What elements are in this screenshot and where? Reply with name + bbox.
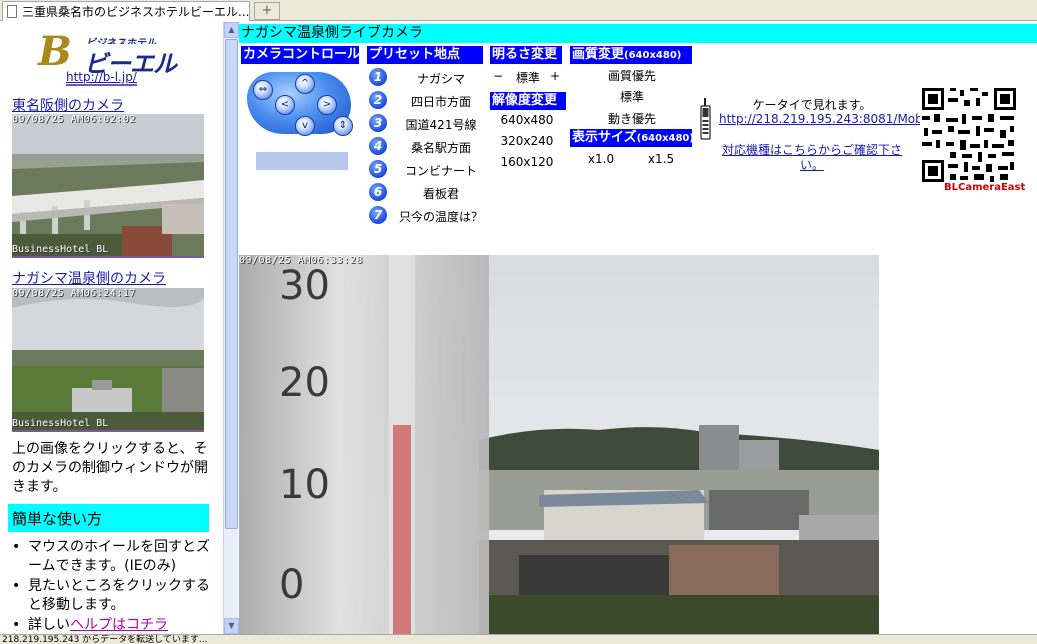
- cam-link-tomeihan[interactable]: 東名阪側のカメラ: [12, 95, 124, 115]
- thermometer-label-20: 20: [279, 360, 330, 406]
- preset-label: 国道421号線: [405, 118, 477, 132]
- qr-code: [920, 86, 1018, 184]
- cam-watermark: BusinessHotel BL: [12, 244, 109, 255]
- live-camera-image: [239, 255, 879, 634]
- list-item: マウスのホイールを回すとズームできます。(IEのみ): [12, 538, 217, 576]
- preset-item-4[interactable]: 4 桑名駅方面: [369, 135, 487, 157]
- preset-item-2[interactable]: 2 四日市方面: [369, 89, 487, 111]
- cam-timestamp: 09/08/25 AM06:24:17: [12, 288, 136, 299]
- preset-number: 3: [369, 114, 387, 132]
- sidebar-scrollbar[interactable]: ▲ ▼: [223, 22, 239, 634]
- cam-timestamp: 09/08/25 AM06:02:02: [12, 114, 136, 125]
- quality-heading: 画質変更(640x480): [570, 46, 692, 64]
- quality-standard[interactable]: 標準: [579, 88, 685, 105]
- brightness-heading: 明るさ変更: [490, 46, 562, 64]
- cam-image-nagashima: [12, 288, 204, 430]
- document-icon: [7, 5, 17, 18]
- thermometer-label-10: 10: [279, 462, 330, 508]
- new-tab-button[interactable]: +: [254, 2, 280, 20]
- mobile-url-link[interactable]: http://218.219.195.243:8081/Mobile: [719, 112, 937, 127]
- down-icon[interactable]: v: [295, 116, 315, 136]
- scroll-up-icon[interactable]: ▲: [224, 22, 239, 38]
- tab-title: 三重県桑名市のビジネスホテルビーエル...: [22, 5, 250, 19]
- left-icon[interactable]: <: [275, 95, 295, 115]
- instructions-text: 上の画像をクリックすると、そのカメラの制御ウィンドウが開きます。: [12, 441, 208, 495]
- live-camera-timestamp: 09/08/25 AM06:33:28: [239, 255, 363, 266]
- page-title: ナガシマ温泉側ライブカメラ: [239, 24, 1037, 43]
- list-item: 詳しいヘルプはコチラ: [12, 616, 217, 634]
- qr-code-image: [920, 86, 1018, 184]
- cam-link-nagashima[interactable]: ナガシマ温泉側のカメラ: [12, 268, 166, 288]
- list-item: 見たいところをクリックすると移動します。: [12, 577, 217, 615]
- resolution-heading: 解像度変更: [490, 92, 566, 110]
- thermometer-label-30: 30: [279, 263, 330, 309]
- cam-thumbnail-nagashima[interactable]: 09/08/25 AM06:24:17 BusinessHotel BL: [12, 288, 204, 432]
- brightness-value: 標準: [515, 71, 540, 85]
- live-camera-view[interactable]: 30 20 10 0 09/08/25 AM06:33:28: [239, 255, 879, 634]
- preset-label: ナガシマ: [416, 72, 465, 86]
- browser-tab[interactable]: 三重県桑名市のビジネスホテルビーエル...: [2, 1, 250, 21]
- quality-priority[interactable]: 画質優先: [579, 67, 685, 84]
- brightness-plus-button[interactable]: +: [549, 69, 561, 83]
- preset-number: 2: [369, 91, 387, 109]
- preset-number: 1: [369, 68, 387, 86]
- preset-item-6[interactable]: 6 看板君: [369, 181, 487, 203]
- status-bar: 218.219.195.243 からデータを転送しています...: [0, 634, 1037, 644]
- preset-label: コンビナート: [404, 164, 477, 178]
- sidebar: B ビジネスホテル ビーエル http://b-l.jp/ 東名阪側のカメラ 0…: [0, 22, 223, 634]
- qr-label: BLCameraEast: [944, 182, 1026, 193]
- display-x1-5[interactable]: x1.5: [643, 152, 679, 166]
- scroll-down-icon[interactable]: ▼: [224, 618, 239, 634]
- up-icon[interactable]: ^: [295, 74, 315, 94]
- home-icon[interactable]: ⇔: [253, 80, 273, 100]
- zoom-slider[interactable]: [256, 152, 348, 170]
- display-x1-0[interactable]: x1.0: [583, 152, 619, 166]
- preset-item-7[interactable]: 7 只今の温度は？: [369, 204, 487, 226]
- preset-heading: プリセット地点: [367, 46, 483, 64]
- main-panel: ナガシマ温泉側ライブカメラ カメラコントロール ⇔ ^ < > v ⇕ プリセッ…: [239, 22, 1037, 634]
- resolution-640[interactable]: 640x480: [495, 113, 559, 127]
- quality-motion[interactable]: 動き優先: [579, 110, 685, 127]
- cam-watermark: BusinessHotel BL: [12, 418, 109, 429]
- preset-item-1[interactable]: 1 ナガシマ: [369, 66, 487, 88]
- display-size-heading: 表示サイズ(640x480): [570, 129, 694, 147]
- preset-number: 7: [369, 206, 387, 224]
- display-size: (640x480): [636, 133, 694, 144]
- howto-list: マウスのホイールを回すとズームできます。(IEのみ) 見たいところをクリックする…: [12, 538, 217, 634]
- preset-item-3[interactable]: 3 国道421号線: [369, 112, 487, 134]
- scrollbar-thumb[interactable]: [225, 39, 238, 529]
- home-link[interactable]: http://b-l.jp/: [66, 70, 137, 86]
- preset-label: 看板君: [422, 187, 459, 201]
- quality-size: (640x480): [624, 50, 682, 61]
- resolution-160[interactable]: 160x120: [495, 155, 559, 169]
- preset-number: 5: [369, 160, 387, 178]
- preset-number: 6: [369, 183, 387, 201]
- quality-title: 画質変更: [572, 47, 625, 62]
- cam-thumbnail-tomeihan[interactable]: 09/08/25 AM06:02:02 BusinessHotel BL: [12, 114, 204, 258]
- cam-image-tomeihan: [12, 114, 204, 256]
- preset-item-5[interactable]: 5 コンビナート: [369, 158, 487, 180]
- mobile-text: ケータイで見れます。: [752, 98, 872, 112]
- camera-control-pad[interactable]: ⇔ ^ < > v ⇕: [247, 68, 353, 140]
- camera-control-heading: カメラコントロール: [241, 46, 361, 64]
- preset-number: 4: [369, 137, 387, 155]
- howto-heading: 簡単な使い方: [8, 504, 209, 532]
- preset-label: 四日市方面: [410, 95, 471, 109]
- brightness-minus-button[interactable]: −: [492, 69, 504, 83]
- thermometer-label-0: 0: [279, 562, 305, 608]
- help-prefix: 詳しい: [28, 617, 70, 633]
- help-link[interactable]: ヘルプはコチラ: [70, 617, 168, 633]
- mobile-check-link[interactable]: 対応機種はこちらからご確認下さい。: [719, 143, 905, 173]
- tab-bar: 三重県桑名市のビジネスホテルビーエル... +: [0, 0, 1037, 21]
- logo-mark: B: [38, 28, 72, 75]
- hotel-logo[interactable]: B ビジネスホテル ビーエル: [38, 28, 223, 634]
- preset-label: 只今の温度は？: [398, 210, 483, 224]
- preset-label: 桑名駅方面: [410, 141, 471, 155]
- right-icon[interactable]: >: [317, 95, 337, 115]
- mobile-phone-icon: [700, 98, 711, 140]
- zoom-icon[interactable]: ⇕: [333, 116, 353, 136]
- resolution-320[interactable]: 320x240: [495, 134, 559, 148]
- display-title: 表示サイズ: [572, 130, 637, 145]
